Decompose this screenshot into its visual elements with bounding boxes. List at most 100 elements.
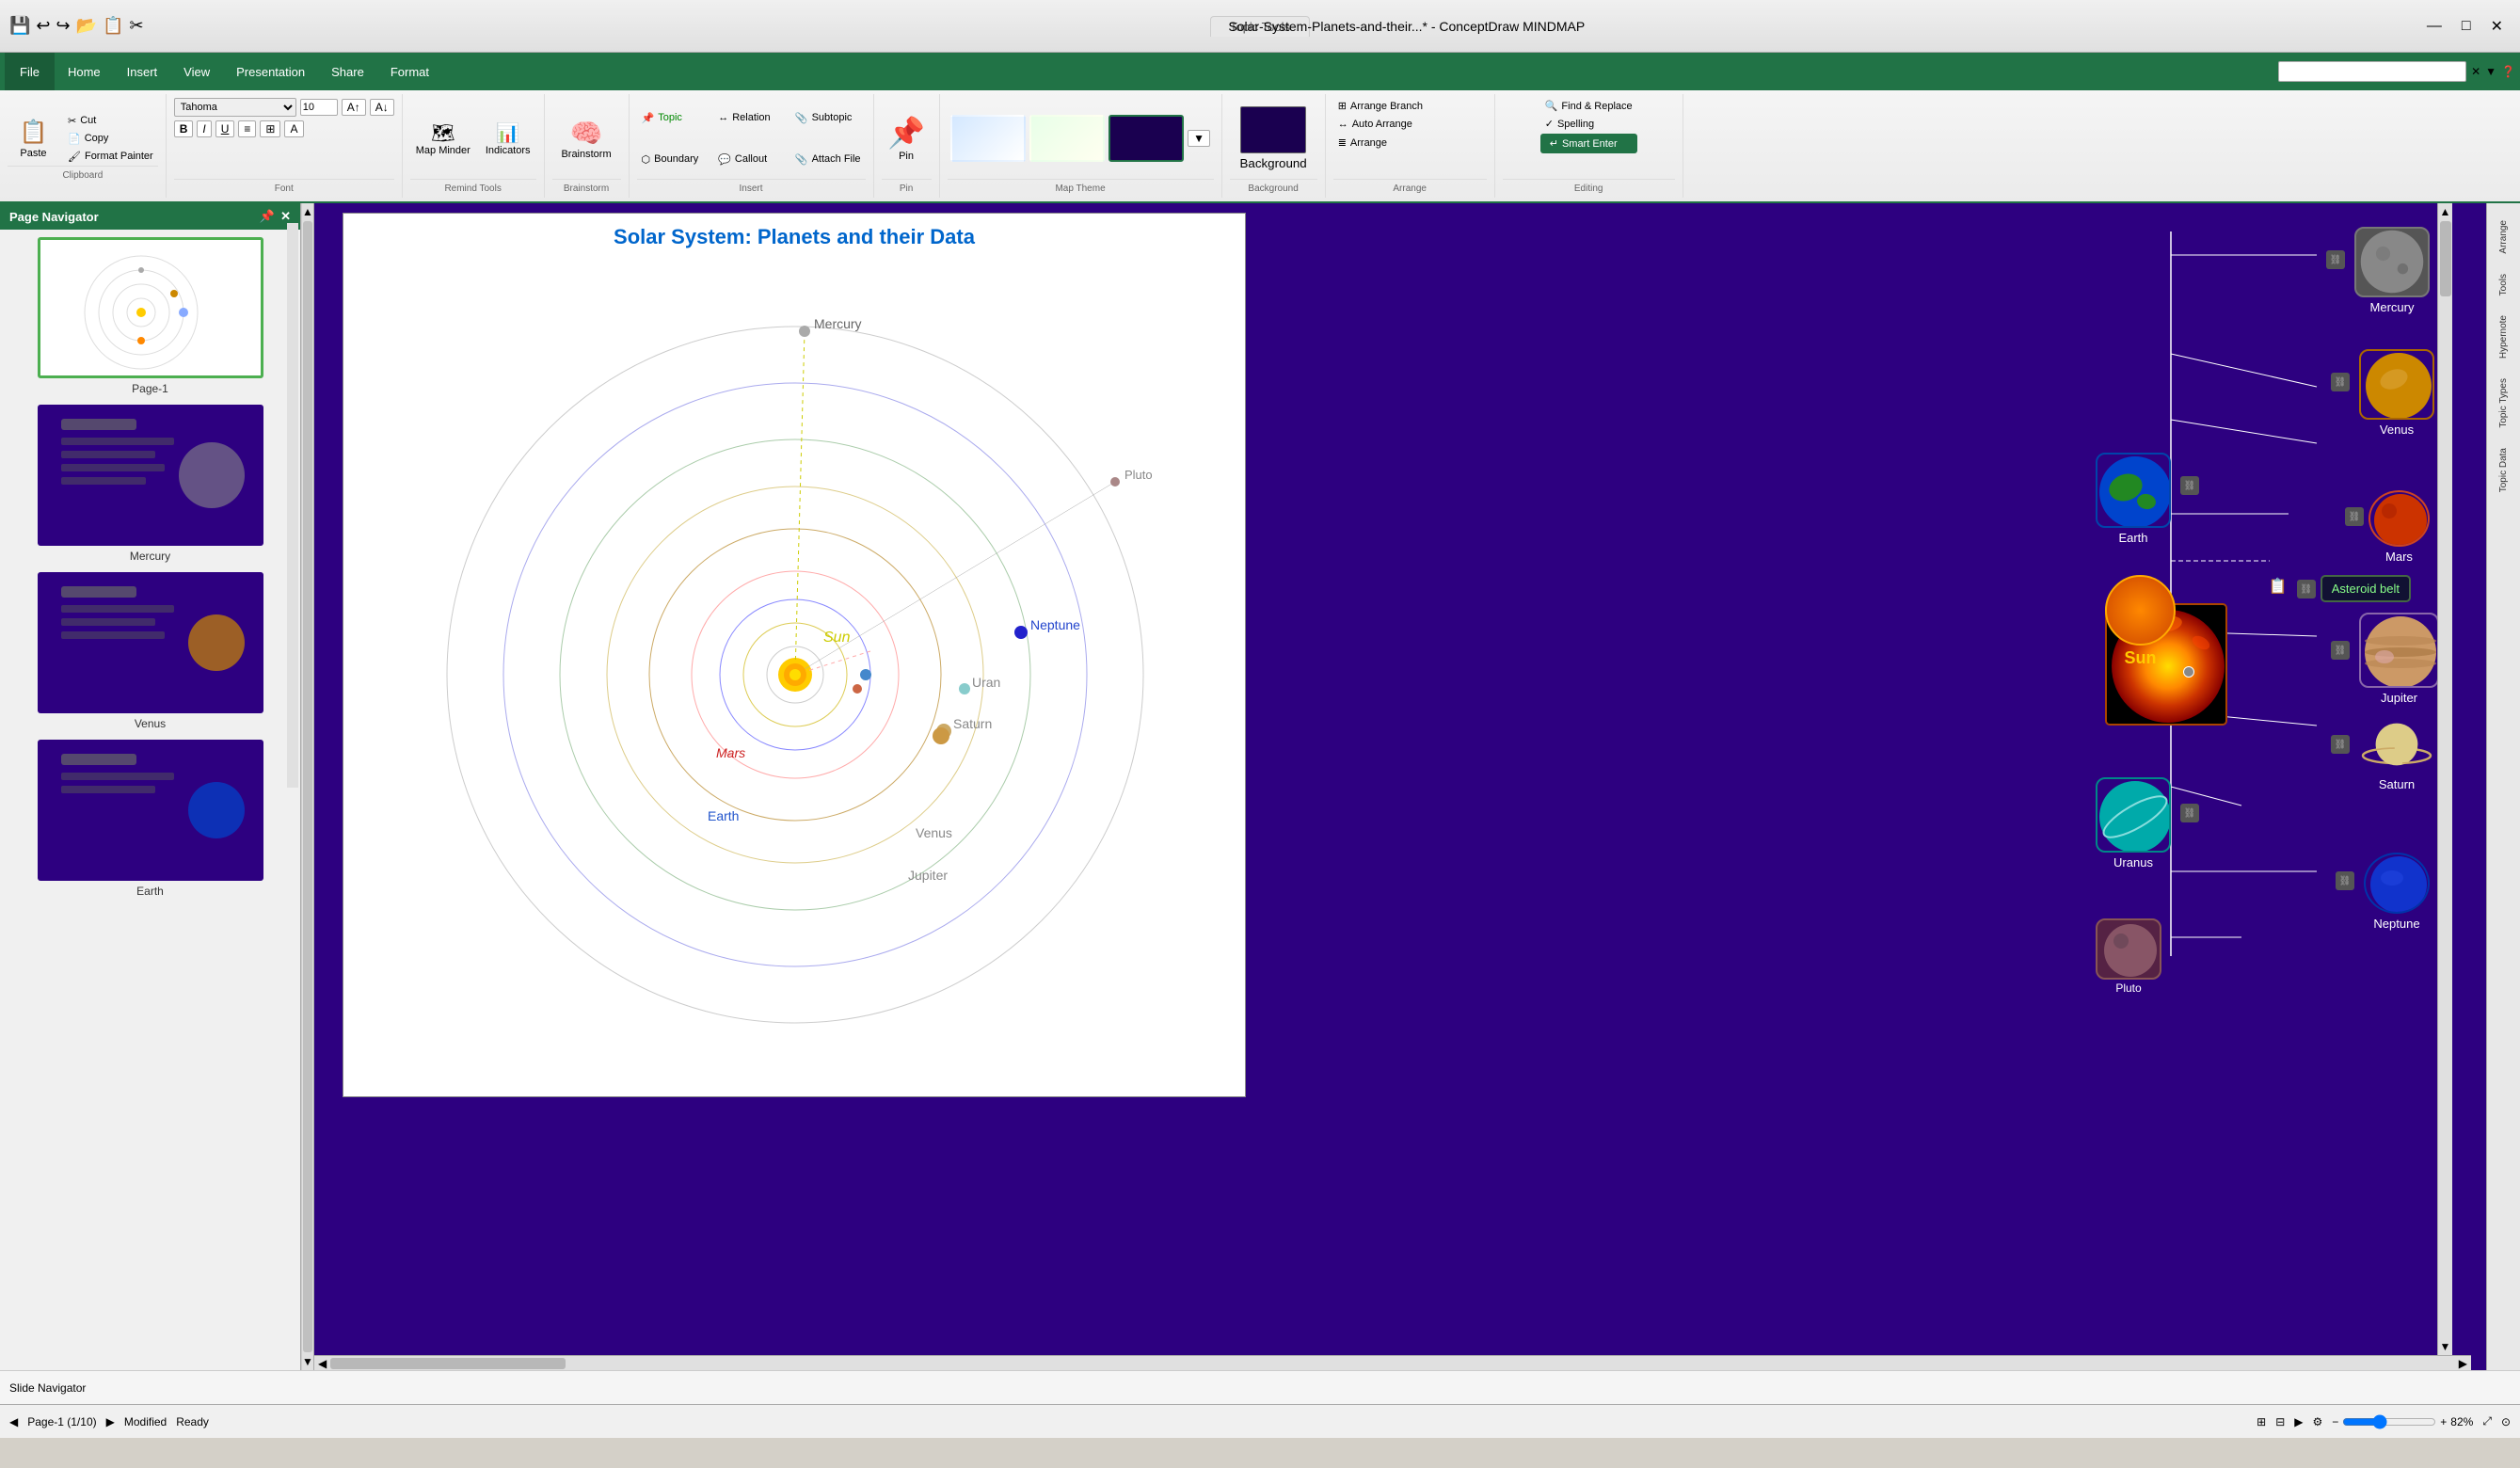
close-button[interactable]: ✕: [2483, 15, 2511, 38]
undo-icon[interactable]: ↩: [36, 16, 50, 36]
help-icon[interactable]: ❓: [2501, 65, 2515, 78]
nav-next-icon[interactable]: ▶: [106, 1415, 115, 1428]
topic-data-tab[interactable]: Topic Data: [2495, 440, 2512, 500]
theme-preview-3[interactable]: [1108, 115, 1184, 162]
view-icon-1[interactable]: ⊞: [2257, 1415, 2266, 1428]
close-panel-icon[interactable]: ✕: [280, 209, 291, 224]
boundary-button[interactable]: ⬡ Boundary: [637, 152, 712, 168]
background-button[interactable]: Background: [1230, 102, 1317, 175]
zoom-slider[interactable]: [2342, 1414, 2436, 1429]
venus-node[interactable]: Venus ⛓: [2359, 349, 2434, 437]
map-minder-button[interactable]: 🗺 Map Minder: [410, 118, 476, 160]
format-painter-button[interactable]: 🖌 Format Painter: [63, 149, 158, 165]
window-controls[interactable]: — □ ✕: [2419, 15, 2511, 38]
pin-panel-icon[interactable]: 📌: [260, 209, 275, 224]
save-icon[interactable]: 💾: [9, 16, 30, 36]
search-filter-icon[interactable]: ▼: [2485, 65, 2496, 78]
relation-button[interactable]: ↔ Relation: [713, 110, 789, 125]
italic-button[interactable]: I: [197, 120, 211, 137]
auto-arrange-button[interactable]: ↔ Auto Arrange: [1333, 117, 1487, 132]
sun-node[interactable]: Sun: [2105, 575, 2176, 668]
search-clear-icon[interactable]: ✕: [2471, 65, 2480, 78]
paste-button[interactable]: 📋 Paste: [8, 112, 59, 166]
redo-icon[interactable]: ↪: [56, 16, 71, 36]
scroll-down-icon[interactable]: ▼: [302, 1355, 313, 1368]
cut-button[interactable]: ✂ Cut: [63, 113, 158, 129]
indicators-button[interactable]: 📊 Indicators: [480, 118, 536, 160]
settings-icon[interactable]: ⚙: [2313, 1415, 2323, 1428]
open-icon[interactable]: 📂: [76, 16, 97, 36]
mercury-node[interactable]: Mercury ⛓: [2354, 227, 2430, 314]
bold-button[interactable]: B: [174, 120, 194, 137]
copy-icon-tb[interactable]: 📋: [103, 16, 123, 36]
page-thumbnail-venus[interactable]: Venus: [8, 572, 293, 730]
pluto-node[interactable]: Pluto: [2096, 918, 2161, 995]
scroll-up-icon[interactable]: ▲: [302, 205, 313, 218]
view-menu[interactable]: View: [170, 59, 223, 85]
theme-expand-button[interactable]: ▼: [1188, 130, 1210, 147]
play-icon[interactable]: ▶: [2294, 1415, 2303, 1428]
zoom-in-icon[interactable]: +: [2440, 1415, 2447, 1428]
color-button[interactable]: A: [284, 120, 303, 137]
asteroid-belt-node[interactable]: Asteroid belt ⛓ 📋: [2321, 575, 2411, 602]
neptune-node[interactable]: Neptune ⛓: [2364, 853, 2430, 931]
scroll-right-icon[interactable]: ▶: [2455, 1357, 2471, 1370]
hypernote-tab[interactable]: Hypernote: [2495, 308, 2512, 366]
spelling-button[interactable]: ✓ Spelling: [1540, 116, 1637, 132]
font-size-input[interactable]: [300, 99, 338, 116]
scroll-thumb-v[interactable]: [303, 221, 312, 1352]
minimize-button[interactable]: —: [2419, 15, 2449, 38]
share-menu[interactable]: Share: [318, 59, 377, 85]
fit-icon[interactable]: ⤢: [2482, 1414, 2492, 1428]
thumb-img-venus[interactable]: [38, 572, 263, 713]
search-input[interactable]: [2278, 61, 2466, 82]
page-thumbnail-1[interactable]: Page-1: [8, 237, 293, 395]
brainstorm-button[interactable]: 🧠 Brainstorm: [555, 114, 616, 164]
view-icon-2[interactable]: ⊟: [2275, 1415, 2285, 1428]
find-replace-button[interactable]: 🔍 Find & Replace: [1540, 98, 1637, 114]
font-family-select[interactable]: Tahoma: [174, 98, 296, 117]
uranus-node[interactable]: Uranus ⛓: [2096, 777, 2171, 870]
canvas-scroll-area[interactable]: Solar System: Planets and their Data: [314, 203, 2486, 1370]
pin-button[interactable]: 📌 Pin: [882, 111, 931, 166]
page-nav-scrollbar[interactable]: ▲ ▼: [301, 203, 314, 1370]
home-menu[interactable]: Home: [55, 59, 114, 85]
maximize-button[interactable]: □: [2454, 15, 2479, 38]
callout-button[interactable]: 💬 Callout: [713, 152, 789, 168]
font-size-up[interactable]: A↑: [342, 99, 366, 116]
jupiter-node[interactable]: Jupiter ⛓: [2359, 613, 2439, 705]
smart-enter-button[interactable]: ↵ Smart Enter: [1540, 134, 1637, 153]
scroll-down-canvas-icon[interactable]: ▼: [2440, 1340, 2451, 1353]
copy-button[interactable]: 📄 Copy: [63, 131, 158, 147]
thumb-img-mercury[interactable]: [38, 405, 263, 546]
h-scroll-thumb[interactable]: [330, 1358, 566, 1369]
v-scrollbar[interactable]: ▲ ▼: [2437, 203, 2452, 1355]
nav-prev-icon[interactable]: ◀: [9, 1415, 18, 1428]
arrange-tab[interactable]: Arrange: [2495, 213, 2512, 262]
insert-menu[interactable]: Insert: [114, 59, 171, 85]
align-button[interactable]: ≡: [238, 120, 256, 137]
arrange-branch-button[interactable]: ⊞ Arrange Branch: [1333, 98, 1487, 114]
saturn-node[interactable]: Saturn ⛓: [2359, 711, 2434, 791]
attach-file-button[interactable]: 📎 Attach File: [790, 152, 866, 168]
zoom-out-icon[interactable]: −: [2332, 1415, 2338, 1428]
page-thumbnail-mercury[interactable]: Mercury: [8, 405, 293, 563]
thumb-img-1[interactable]: [38, 237, 263, 378]
page-thumbnail-earth[interactable]: Earth: [8, 740, 293, 898]
thumb-img-earth[interactable]: [38, 740, 263, 881]
network-icon[interactable]: ⊙: [2501, 1415, 2511, 1428]
theme-preview-1[interactable]: [950, 115, 1026, 162]
h-scrollbar[interactable]: ◀ ▶: [314, 1355, 2471, 1370]
scroll-up-canvas-icon[interactable]: ▲: [2440, 205, 2451, 218]
cut-icon-tb[interactable]: ✂: [129, 16, 143, 36]
arrange-button[interactable]: ≣ Arrange: [1333, 135, 1487, 151]
v-scroll-thumb[interactable]: [2440, 221, 2451, 296]
scroll-left-icon[interactable]: ◀: [314, 1357, 330, 1370]
topic-button[interactable]: 📌 Topic: [637, 110, 712, 126]
theme-preview-2[interactable]: [1029, 115, 1105, 162]
earth-node[interactable]: Earth ⛓: [2096, 453, 2171, 545]
font-size-down[interactable]: A↓: [370, 99, 394, 116]
topic-types-tab[interactable]: Topic Types: [2495, 371, 2512, 436]
presentation-menu[interactable]: Presentation: [223, 59, 318, 85]
subtopic-button[interactable]: 📎 Subtopic: [790, 110, 866, 126]
